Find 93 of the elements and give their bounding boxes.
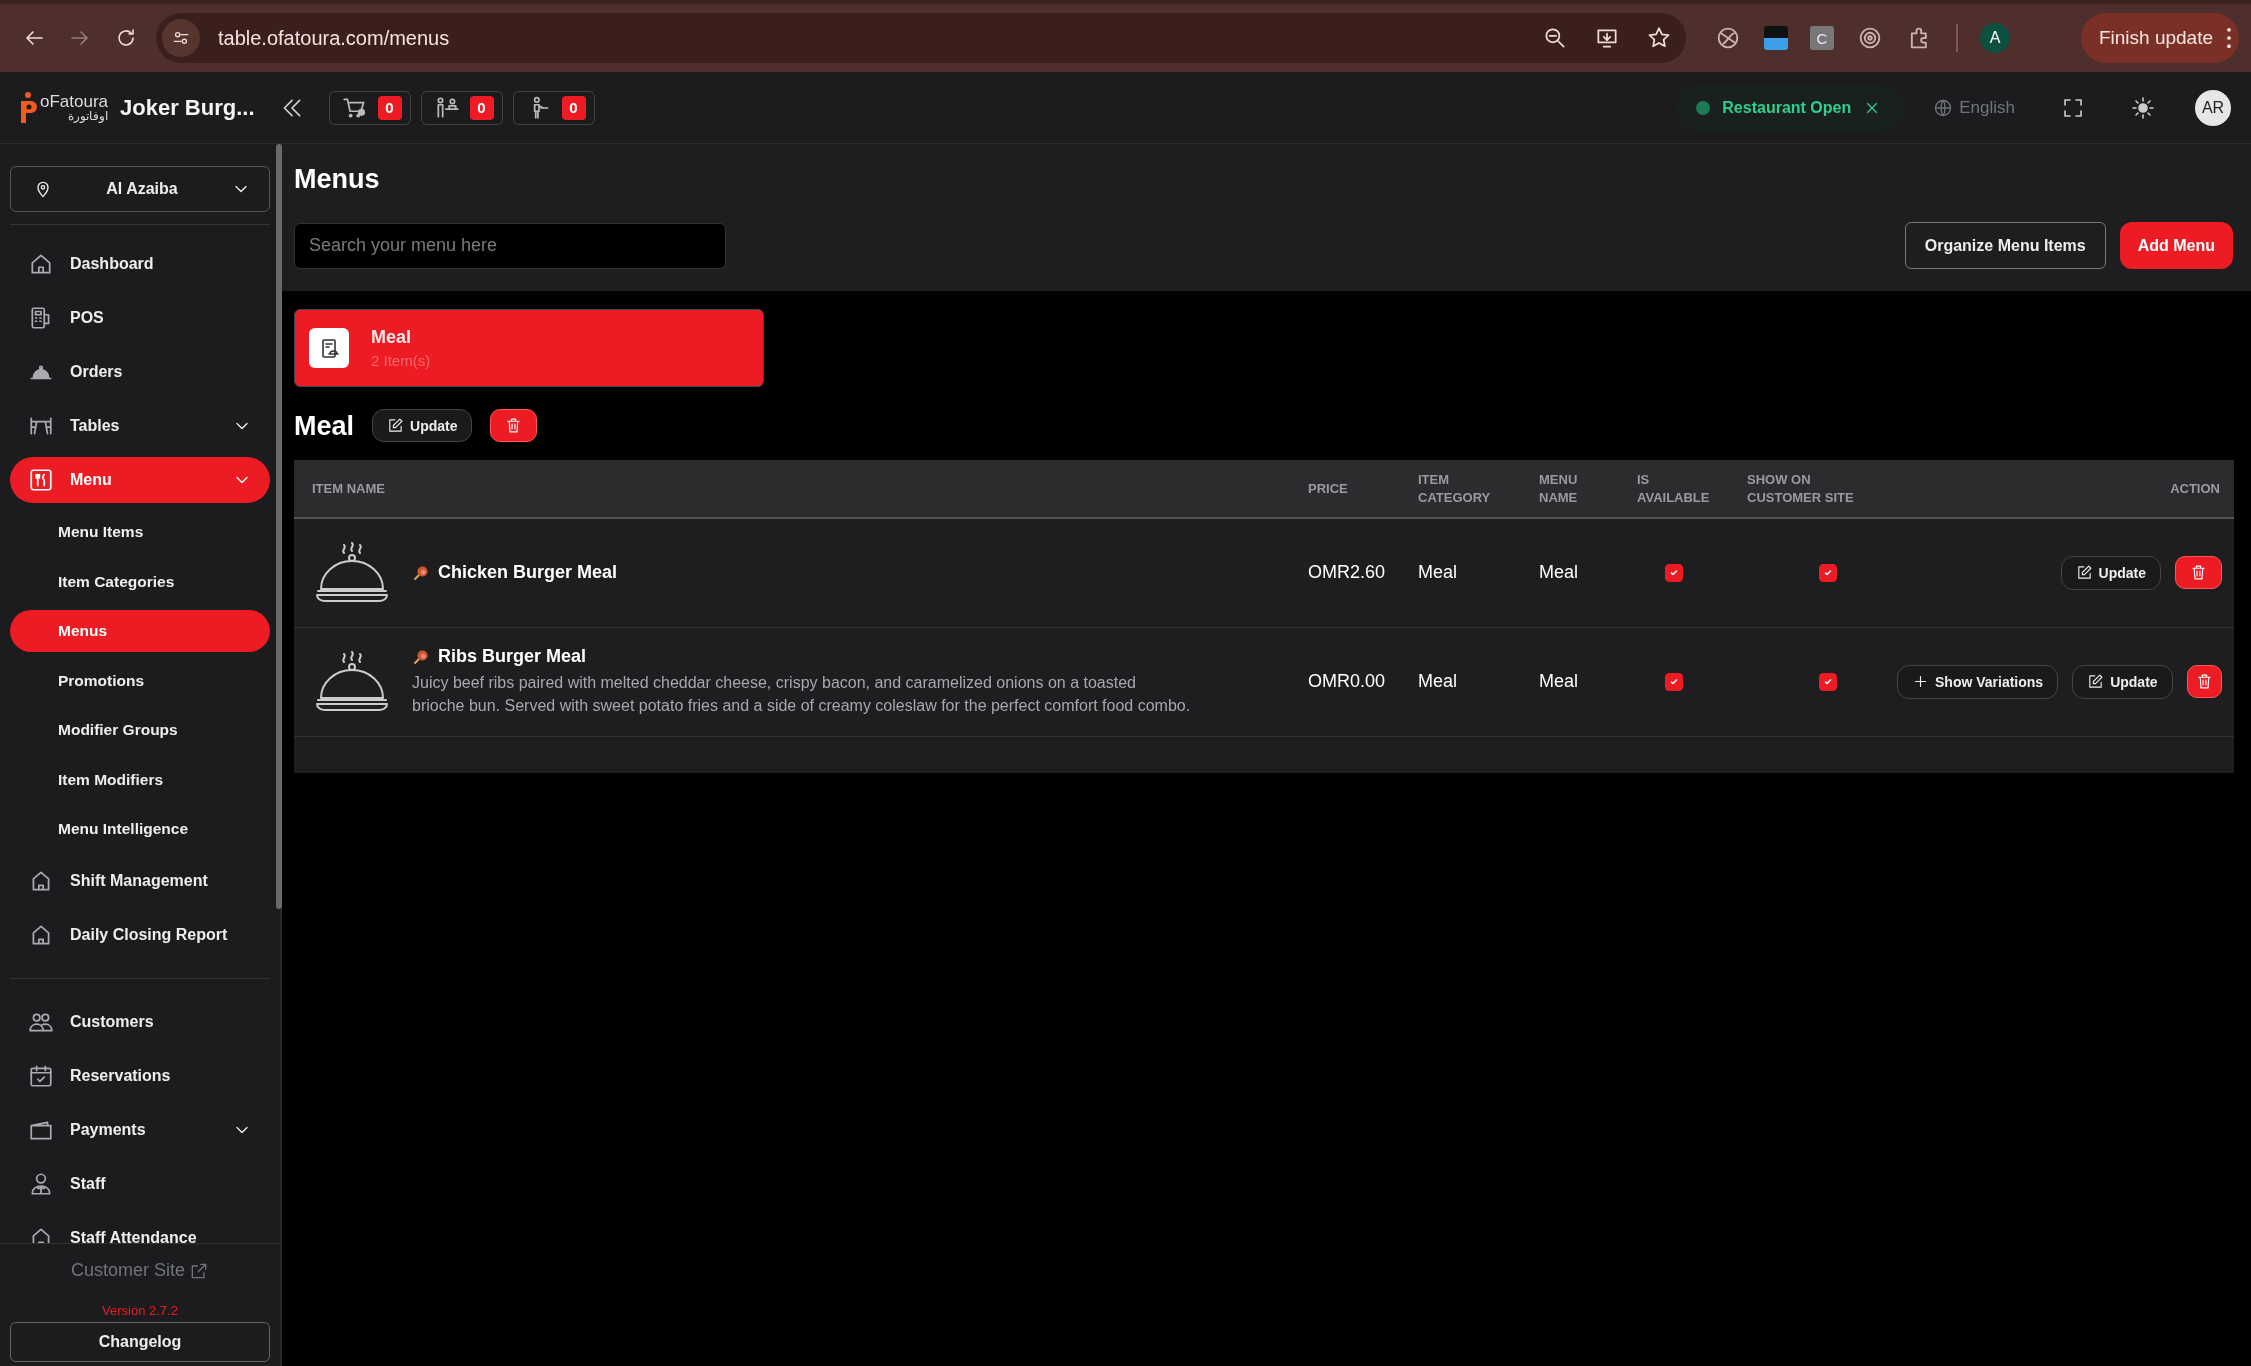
extension-icon[interactable]: C bbox=[1810, 26, 1834, 50]
sun-icon bbox=[2131, 95, 2155, 120]
section-title: Meal bbox=[294, 409, 355, 442]
edit-icon bbox=[2075, 564, 2093, 582]
trash-icon bbox=[505, 417, 523, 434]
item-name: Ribs Burger Meal bbox=[438, 646, 587, 667]
availability-checkbox[interactable] bbox=[1665, 563, 1683, 582]
column-header: SHOW ON CUSTOMER SITE bbox=[1747, 470, 1855, 507]
logo-arabic-text: اوفاتورة bbox=[67, 110, 109, 122]
sidebar-item[interactable]: Staff Attendance bbox=[10, 1215, 270, 1243]
column-header: MENU NAME bbox=[1539, 470, 1579, 507]
sidebar-subitem[interactable]: Menu Intelligence bbox=[10, 808, 270, 850]
item-description: Juicy beef ribs paired with melted cheddar cheese, crispy bacon, and caramelized onions on a toasted brioche bun. Served with sweet potato fries and a side of creamy coleslaw for the perfect comfort food combo. bbox=[412, 673, 1192, 716]
customer-site-checkbox[interactable] bbox=[1819, 563, 1837, 582]
order-counter[interactable]: 0 bbox=[512, 90, 595, 125]
menu-name-text: Meal bbox=[1539, 671, 1578, 691]
edit-icon bbox=[2087, 673, 2105, 690]
changelog-button[interactable]: Changelog bbox=[10, 1322, 270, 1362]
plus-icon bbox=[1912, 673, 1929, 690]
menu-card[interactable]: Meal 2 Item(s) bbox=[294, 309, 764, 387]
branch-select[interactable]: Al Azaiba bbox=[10, 166, 270, 212]
status-label: Restaurant Open bbox=[1722, 98, 1852, 117]
count-badge: 0 bbox=[377, 95, 402, 120]
order-counter[interactable]: 0 bbox=[328, 90, 411, 125]
delete-button[interactable] bbox=[490, 409, 538, 442]
version-label: Version 2.7.2 bbox=[102, 1303, 178, 1318]
sidebar-item[interactable]: Staff bbox=[10, 1161, 270, 1207]
sidebar-item[interactable]: Orders bbox=[10, 349, 270, 395]
count-badge: 0 bbox=[561, 95, 586, 120]
sidebar-item[interactable]: Menu bbox=[10, 457, 270, 503]
restaurant-status[interactable]: Restaurant Open bbox=[1676, 84, 1906, 131]
add-menu-button[interactable]: Add Menu bbox=[2119, 222, 2233, 269]
delete-button[interactable] bbox=[2175, 555, 2222, 589]
column-header: ACTION bbox=[2169, 479, 2220, 498]
restaurant-name: Joker Burg... bbox=[120, 94, 255, 121]
logo-text: oFatoura bbox=[40, 93, 109, 110]
menu-name-text: Meal bbox=[1539, 562, 1578, 583]
column-header: ITEM NAME bbox=[312, 479, 386, 498]
address-bar[interactable]: table.ofatoura.com/menus bbox=[156, 13, 1686, 63]
trash-icon bbox=[2190, 563, 2207, 581]
availability-checkbox[interactable] bbox=[1665, 672, 1683, 691]
calendar-icon bbox=[28, 1063, 54, 1089]
price-text: OMR0.00 bbox=[1308, 671, 1386, 691]
theme-button[interactable] bbox=[2131, 95, 2155, 120]
sidebar-subitem[interactable]: Item Categories bbox=[10, 560, 270, 603]
sidebar-subitem[interactable]: Menu Items bbox=[10, 511, 270, 553]
count-badge: 0 bbox=[469, 95, 494, 120]
delete-button[interactable] bbox=[2186, 664, 2222, 698]
more-icon bbox=[2227, 28, 2231, 48]
scrollbar[interactable] bbox=[276, 144, 282, 909]
sidebar-item[interactable]: Dashboard bbox=[10, 241, 270, 287]
sidebar-item[interactable]: POS bbox=[10, 295, 270, 341]
extension-icon[interactable] bbox=[1764, 26, 1788, 50]
update-button[interactable]: Update bbox=[2060, 555, 2161, 590]
sidebar-item[interactable]: Shift Management bbox=[10, 858, 270, 904]
sidebar-subitem[interactable]: Promotions bbox=[10, 659, 270, 702]
customer-site-checkbox[interactable] bbox=[1819, 672, 1837, 691]
user-avatar[interactable]: AR bbox=[2195, 89, 2231, 126]
category-text: Meal bbox=[1418, 562, 1457, 583]
update-button[interactable]: Finish update bbox=[2080, 13, 2239, 63]
trash-icon bbox=[2195, 672, 2213, 690]
column-header: ITEM CATEGORY bbox=[1418, 470, 1492, 507]
language-selector[interactable]: English bbox=[1933, 97, 2015, 118]
drumstick-icon bbox=[412, 647, 430, 666]
profile-avatar[interactable]: A bbox=[1980, 23, 2010, 53]
customer-site-link[interactable]: Customer Site bbox=[70, 1260, 209, 1281]
column-header: PRICE bbox=[1308, 479, 1349, 498]
sidebar-item[interactable]: Tables bbox=[10, 403, 270, 449]
organize-button[interactable]: Organize Menu Items bbox=[1904, 222, 2106, 269]
status-dot bbox=[1696, 100, 1711, 115]
drumstick-icon bbox=[412, 563, 430, 582]
item-name: Chicken Burger Meal bbox=[438, 562, 618, 584]
menu-name: Meal bbox=[371, 327, 413, 348]
show-variations-button[interactable]: Show Variations bbox=[1897, 664, 2059, 699]
logo-icon bbox=[18, 90, 38, 125]
update-button[interactable]: Update bbox=[2072, 664, 2173, 699]
sidebar-item[interactable]: Daily Closing Report bbox=[10, 912, 270, 958]
sidebar-item[interactable]: Customers bbox=[10, 999, 270, 1045]
sidebar-item[interactable]: Payments bbox=[10, 1107, 270, 1153]
page-title: Menus bbox=[294, 164, 381, 195]
sidebar-subitem[interactable]: Item Modifiers bbox=[10, 758, 270, 801]
sidebar-item[interactable]: Reservations bbox=[10, 1053, 270, 1099]
menu-icon bbox=[28, 467, 54, 493]
search-field[interactable]: Search your menu here bbox=[294, 222, 726, 269]
item-count: 2 Item(s) bbox=[371, 352, 431, 369]
sidebar-subitem[interactable]: Modifier Groups bbox=[10, 709, 270, 751]
order-counter[interactable]: 0 bbox=[420, 90, 503, 125]
update-button[interactable]: Update bbox=[372, 409, 473, 442]
column-header: IS AVAILABLE bbox=[1637, 470, 1711, 507]
price-text: OMR2.60 bbox=[1308, 562, 1386, 583]
sidebar-subitem[interactable]: Menus bbox=[10, 610, 270, 652]
category-text: Meal bbox=[1418, 671, 1457, 691]
edit-icon bbox=[387, 417, 405, 434]
